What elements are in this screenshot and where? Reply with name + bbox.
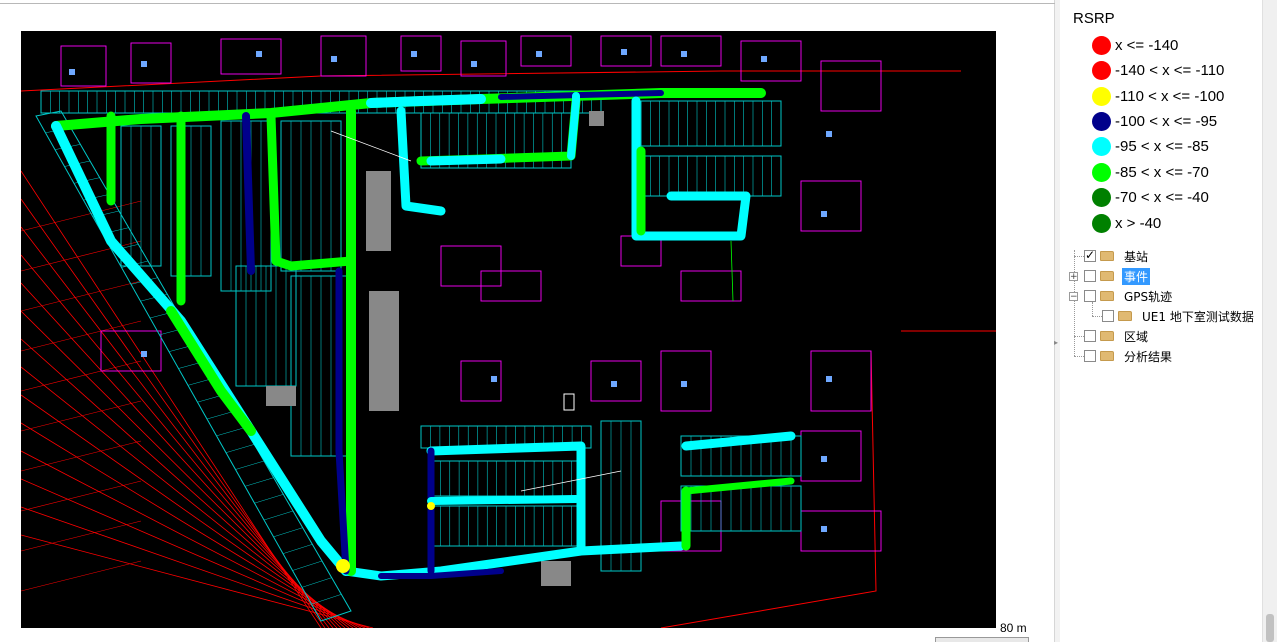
legend-title: RSRP [1073, 10, 1115, 27]
building-marker [411, 51, 417, 57]
building-marker [681, 51, 687, 57]
folder-icon [1100, 291, 1114, 301]
gps-track-segment [567, 92, 580, 160]
map-top-border [0, 3, 1055, 4]
building-marker [331, 56, 337, 62]
structure-fill [369, 291, 399, 411]
gps-track-segment [366, 94, 486, 108]
structure-fill [266, 386, 296, 406]
folder-icon [1118, 311, 1132, 321]
building-marker [611, 381, 617, 387]
legend-label: x <= -140 [1115, 36, 1179, 54]
legend-label: -70 < x <= -40 [1115, 188, 1209, 206]
structure-fill [541, 561, 571, 586]
legend-label: -140 < x <= -110 [1115, 61, 1225, 79]
track-endpoint [336, 559, 350, 573]
building-marker [821, 526, 827, 532]
tree-item-label[interactable]: 区域 [1122, 328, 1150, 345]
building-marker [491, 376, 497, 382]
legend-item: -95 < x <= -85 [1092, 136, 1209, 156]
tree-item-region[interactable]: 区域 [1084, 327, 1150, 345]
map-canvas[interactable] [21, 31, 996, 628]
tree-item-label[interactable]: 基站 [1122, 248, 1150, 265]
legend-item: -100 < x <= -95 [1092, 111, 1217, 131]
track-endpoint [427, 502, 435, 510]
structure-fill [589, 111, 604, 126]
tree-item-base-station[interactable]: 基站 [1084, 247, 1150, 265]
legend-label: -100 < x <= -95 [1115, 112, 1218, 130]
building-marker [621, 49, 627, 55]
gps-track-segment [426, 154, 506, 166]
legend-item: -110 < x <= -100 [1092, 86, 1224, 106]
building-marker [821, 456, 827, 462]
legend-label: x > -40 [1115, 214, 1162, 232]
gps-track-segment [427, 495, 580, 505]
tree-item-ue1-data[interactable]: UE1 地下室测试数据 [1102, 307, 1256, 325]
layer-checkbox[interactable] [1084, 290, 1096, 302]
legend-label: -110 < x <= -100 [1115, 87, 1225, 105]
expand-icon[interactable]: + [1069, 271, 1078, 281]
tree-connector [1074, 256, 1084, 257]
tree-connector [1092, 316, 1102, 317]
building-marker [141, 351, 147, 357]
legend-item: x > -40 [1092, 213, 1161, 233]
gps-track-segment [498, 90, 664, 100]
folder-icon [1100, 331, 1114, 341]
building-marker [471, 61, 477, 67]
legend-item: x <= -140 [1092, 35, 1178, 55]
folder-icon [1100, 351, 1114, 361]
layer-checkbox[interactable] [1084, 248, 1096, 262]
legend-color-dot [1092, 213, 1111, 233]
building-marker [681, 381, 687, 387]
building-marker [256, 51, 262, 57]
structure-fill [366, 171, 391, 251]
tree-item-label[interactable]: 事件 [1122, 267, 1151, 285]
tree-item-gps-track[interactable]: − GPS轨迹 [1069, 287, 1174, 305]
building-marker [821, 211, 827, 217]
legend-color-dot [1092, 60, 1111, 80]
legend-color-dot [1092, 187, 1111, 207]
legend-color-dot [1092, 35, 1111, 55]
legend-item: -140 < x <= -110 [1092, 60, 1224, 80]
tree-connector [1074, 336, 1084, 337]
layer-checkbox[interactable] [1084, 330, 1096, 342]
legend-label: -85 < x <= -70 [1115, 163, 1209, 181]
tree-item-events[interactable]: + 事件 [1069, 267, 1151, 285]
collapse-icon[interactable]: − [1069, 291, 1078, 301]
gps-track-segment [242, 112, 255, 275]
tree-item-label[interactable]: GPS轨迹 [1122, 288, 1174, 305]
legend-color-dot [1092, 111, 1111, 131]
folder-icon [1100, 271, 1114, 281]
building-marker [141, 61, 147, 67]
building-marker [69, 69, 75, 75]
legend-color-dot [1092, 136, 1111, 156]
legend-label: -95 < x <= -85 [1115, 137, 1209, 155]
map-pane[interactable]: 80 m [0, 0, 1055, 642]
legend-color-dot [1092, 162, 1111, 182]
layer-checkbox[interactable] [1102, 310, 1114, 322]
layer-checkbox[interactable] [1084, 270, 1096, 282]
tree-item-label[interactable]: 分析结果 [1122, 348, 1174, 365]
tree-item-label[interactable]: UE1 地下室测试数据 [1140, 308, 1256, 325]
side-panel-scrollbar[interactable] [1262, 0, 1277, 642]
scale-bar [935, 637, 1029, 642]
legend-color-dot [1092, 86, 1111, 106]
layer-side-panel: RSRP x <= -140 -140 < x <= -110 -110 < x… [1060, 0, 1262, 642]
building-marker [761, 56, 767, 62]
folder-icon [1100, 251, 1114, 261]
layer-checkbox[interactable] [1084, 350, 1096, 362]
splitter-arrow-icon[interactable]: ▸ [1054, 338, 1058, 347]
tree-item-analysis-results[interactable]: 分析结果 [1084, 347, 1174, 365]
map-drawing[interactable] [21, 31, 996, 628]
building-marker [826, 131, 832, 137]
building-marker [826, 376, 832, 382]
tree-connector [1074, 356, 1084, 357]
building-marker [536, 51, 542, 57]
scrollbar-thumb[interactable] [1266, 614, 1274, 642]
scale-label: 80 m [1000, 621, 1027, 635]
legend-item: -70 < x <= -40 [1092, 187, 1209, 207]
legend-item: -85 < x <= -70 [1092, 162, 1209, 182]
